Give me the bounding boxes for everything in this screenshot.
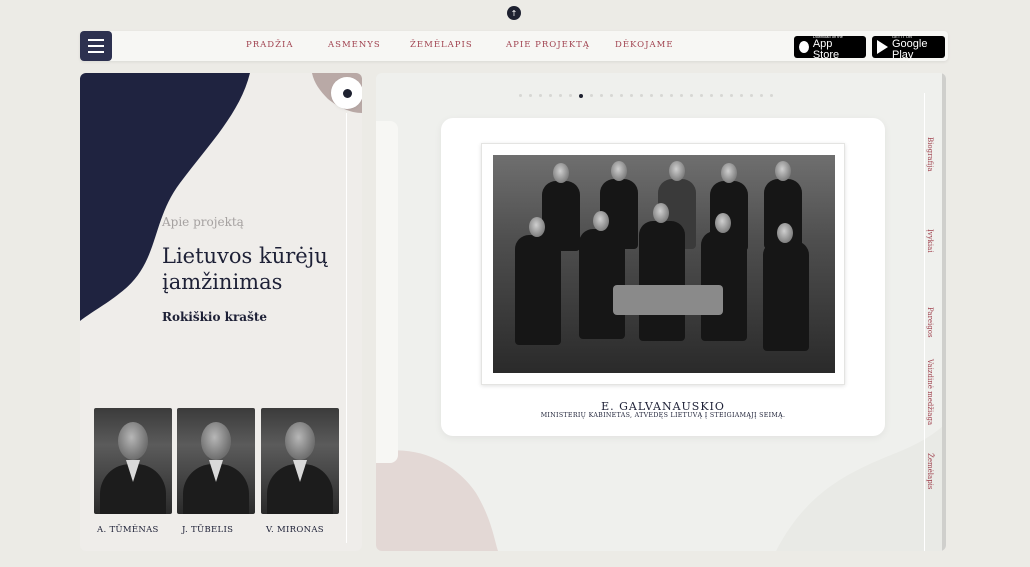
- nav-link-pradzia[interactable]: PRADŽIA: [246, 40, 293, 50]
- carousel-dot-active[interactable]: [579, 93, 583, 98]
- carousel-dot[interactable]: [710, 94, 713, 97]
- photo-caption-subtitle: MINISTERIŲ KABINETAS, ATVEDĘS LIETUVĄ Į …: [540, 412, 786, 419]
- portrait-mironas[interactable]: [261, 408, 339, 514]
- intro-panel: Apie projektą Lietuvos kūrėjų įamžinimas…: [80, 73, 362, 551]
- google-play-large-text: Google Play: [892, 37, 928, 61]
- photo-frame: [481, 143, 845, 385]
- carousel-dot[interactable]: [519, 94, 522, 97]
- carousel-dots: [519, 93, 773, 98]
- scroll-indicator-button[interactable]: [333, 79, 361, 107]
- carousel-dot[interactable]: [640, 94, 643, 97]
- app-store-button[interactable]: Download on the App Store: [794, 34, 866, 61]
- carousel-dot[interactable]: [730, 94, 733, 97]
- carousel-dot[interactable]: [610, 94, 613, 97]
- page-title: Lietuvos kūrėjų įamžinimas: [162, 243, 342, 295]
- carousel-dot[interactable]: [600, 94, 603, 97]
- carousel-dot[interactable]: [740, 94, 743, 97]
- carousel-dot[interactable]: [590, 94, 593, 97]
- carousel-dot[interactable]: [670, 94, 673, 97]
- photo-slide-card: E. GALVANAUSKIO MINISTERIŲ KABINETAS, AT…: [441, 118, 885, 436]
- side-tab-ivykiai[interactable]: Įvykiai: [926, 229, 934, 253]
- section-subtitle: Apie projektą: [162, 215, 244, 229]
- carousel-dot[interactable]: [770, 94, 773, 97]
- historical-group-photo[interactable]: [493, 155, 835, 373]
- side-tab-zemelapis[interactable]: Žemėlapis: [926, 453, 934, 490]
- region-label: Rokiškio krašte: [162, 310, 268, 324]
- carousel-dot[interactable]: [620, 94, 623, 97]
- portrait-name[interactable]: V. MIRONAS: [266, 525, 324, 535]
- carousel-dot[interactable]: [760, 94, 763, 97]
- vertical-scrollbar[interactable]: [942, 73, 946, 551]
- app-store-large-text: App Store: [812, 37, 840, 61]
- side-tab-pareigos[interactable]: Pareigos: [926, 307, 934, 338]
- carousel-dot[interactable]: [569, 94, 572, 97]
- nav-link-asmenys[interactable]: ASMENYS: [328, 40, 381, 50]
- carousel-dot[interactable]: [630, 94, 633, 97]
- apple-icon: [799, 41, 809, 53]
- info-dot-icon[interactable]: ↑: [507, 6, 521, 20]
- carousel-dot[interactable]: [529, 94, 532, 97]
- portrait-tubelis[interactable]: [177, 408, 255, 514]
- carousel-dot[interactable]: [650, 94, 653, 97]
- scroll-line: [346, 113, 347, 543]
- side-tab-vaizdine-medziaga[interactable]: Vaizdinė medžiaga: [926, 359, 934, 425]
- portrait-name[interactable]: J. TŪBELIS: [182, 525, 233, 535]
- carousel-dot[interactable]: [750, 94, 753, 97]
- carousel-dot[interactable]: [700, 94, 703, 97]
- page-title-line2: įamžinimas: [162, 270, 283, 294]
- page-title-line1: Lietuvos kūrėjų: [162, 244, 328, 268]
- top-navbar: PRADŽIA ASMENYS ŽEMĖLAPIS APIE PROJEKTĄ …: [80, 31, 948, 61]
- portrait-name[interactable]: A. TŪMĖNAS: [97, 525, 159, 535]
- carousel-dot[interactable]: [559, 94, 562, 97]
- google-play-icon: [877, 40, 888, 54]
- portrait-tumenas[interactable]: [94, 408, 172, 514]
- side-tab-biografija[interactable]: Biografija: [926, 137, 934, 172]
- nav-link-zemelapis[interactable]: ŽEMĖLAPIS: [410, 40, 473, 50]
- carousel-dot[interactable]: [690, 94, 693, 97]
- carousel-dot[interactable]: [660, 94, 663, 97]
- nav-link-apie-projekta[interactable]: APIE PROJEKTĄ: [506, 40, 590, 50]
- google-play-button[interactable]: GET IT ON Google Play: [872, 34, 945, 61]
- carousel-dot[interactable]: [720, 94, 723, 97]
- previous-slide-card[interactable]: [376, 121, 398, 463]
- nav-link-dekojame[interactable]: DĖKOJAME: [615, 40, 674, 50]
- carousel-dot[interactable]: [539, 94, 542, 97]
- gallery-panel: E. GALVANAUSKIO MINISTERIŲ KABINETAS, AT…: [376, 73, 946, 551]
- carousel-dot[interactable]: [680, 94, 683, 97]
- carousel-dot[interactable]: [549, 94, 552, 97]
